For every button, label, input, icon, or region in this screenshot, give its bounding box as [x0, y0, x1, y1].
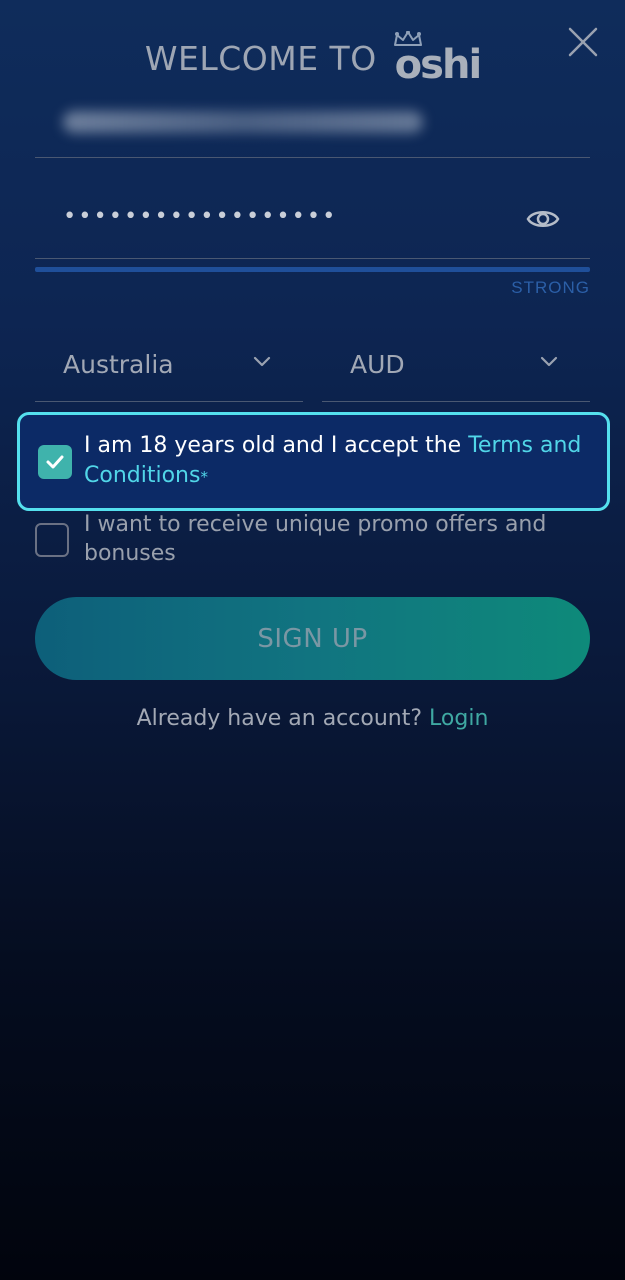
password-value: ••••••••••••••••••: [63, 204, 338, 229]
terms-consent-box: I am 18 years old and I accept the Terms…: [17, 412, 610, 511]
country-select[interactable]: Australia: [35, 330, 303, 402]
chevron-down-icon: [253, 356, 271, 367]
promo-label: I want to receive unique promo offers an…: [84, 512, 547, 566]
signup-label: SIGN UP: [257, 623, 368, 654]
close-icon[interactable]: [567, 26, 599, 58]
country-value: Australia: [63, 350, 174, 379]
eye-icon[interactable]: [526, 204, 560, 234]
terms-checkbox[interactable]: [38, 445, 72, 479]
promo-checkbox[interactable]: [35, 523, 69, 557]
brand-logo: oshi: [393, 31, 482, 88]
email-value-redacted: [63, 111, 423, 133]
required-asterisk: *: [200, 468, 208, 486]
currency-value: AUD: [350, 350, 405, 379]
password-strength-label: STRONG: [511, 278, 590, 297]
terms-prefix: I am 18 years old and I accept the: [84, 433, 469, 458]
password-field[interactable]: ••••••••••••••••••: [35, 190, 590, 259]
terms-label: I am 18 years old and I accept the Terms…: [84, 431, 594, 492]
signup-button[interactable]: SIGN UP: [35, 597, 590, 680]
checkmark-icon: [46, 455, 64, 469]
chevron-down-icon: [540, 356, 558, 367]
login-link[interactable]: Login: [429, 706, 488, 731]
login-prompt-row: Already have an account? Login: [0, 706, 625, 731]
crown-icon: [393, 31, 422, 46]
header: WELCOME TO oshi: [0, 28, 625, 88]
logo-wordmark: oshi: [394, 42, 482, 88]
welcome-title: WELCOME TO: [144, 38, 377, 78]
password-strength-bar: [35, 267, 590, 272]
email-field[interactable]: [35, 95, 590, 158]
login-prompt: Already have an account?: [136, 706, 430, 731]
currency-select[interactable]: AUD: [322, 330, 590, 402]
